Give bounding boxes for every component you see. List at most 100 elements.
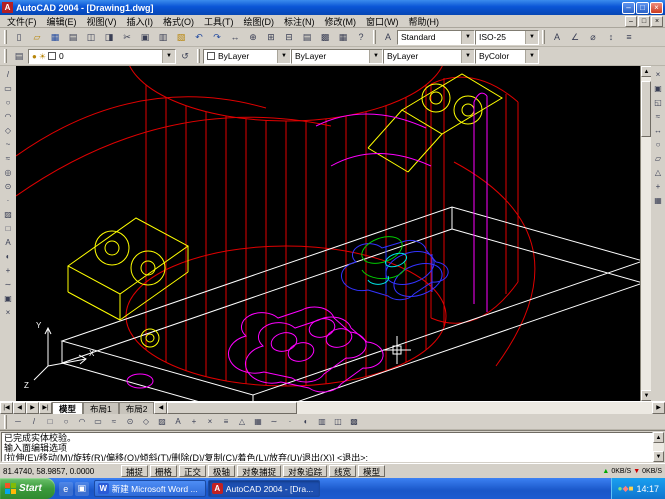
status-toggle-button[interactable]: 捕捉 bbox=[121, 465, 148, 477]
toolbar-grip[interactable] bbox=[542, 30, 545, 44]
toolbar-icon[interactable]: × bbox=[202, 415, 218, 429]
status-toggle-button[interactable]: 正交 bbox=[179, 465, 206, 477]
toolbar-icon[interactable]: ▥ bbox=[314, 415, 330, 429]
tab-nav-button[interactable]: ◀ bbox=[13, 402, 26, 414]
taskbar-item-autocad[interactable]: A AutoCAD 2004 - [Dra... bbox=[208, 480, 320, 497]
command-scroll-track[interactable] bbox=[653, 443, 664, 451]
color-combo[interactable]: ByLayer ▼ bbox=[203, 49, 291, 64]
toolbar-icon[interactable]: ▤ bbox=[64, 29, 82, 46]
toolbar-icon[interactable]: ▦ bbox=[46, 29, 64, 46]
status-toggle-button[interactable]: 对象捕捉 bbox=[237, 465, 281, 477]
toolbar-icon[interactable]: ↷ bbox=[208, 29, 226, 46]
modify-tool-icon[interactable]: + bbox=[651, 179, 665, 193]
menu-item[interactable]: 标注(N) bbox=[279, 15, 320, 28]
chevron-down-icon[interactable]: ▼ bbox=[461, 31, 474, 44]
scroll-left-button[interactable]: ◀ bbox=[154, 402, 167, 414]
mdi-minimize-button[interactable]: – bbox=[625, 16, 637, 27]
status-toggle-button[interactable]: 模型 bbox=[358, 465, 385, 477]
toolbar-icon[interactable]: ▱ bbox=[28, 29, 46, 46]
toolbar-icon[interactable]: □ bbox=[42, 415, 58, 429]
layer-previous-icon[interactable]: ↺ bbox=[176, 48, 194, 65]
draw-tool-icon[interactable]: / bbox=[1, 67, 15, 81]
toolbar-icon[interactable]: ⊙ bbox=[122, 415, 138, 429]
tab-nav-button[interactable]: ▶| bbox=[39, 402, 52, 414]
tab-nav-button[interactable]: |◀ bbox=[0, 402, 13, 414]
toolbar-icon[interactable]: ▦ bbox=[334, 29, 352, 46]
vertical-scroll-track[interactable] bbox=[641, 77, 651, 390]
toolbar-icon[interactable]: ▣ bbox=[136, 29, 154, 46]
toolbar-icon[interactable]: ∼ bbox=[266, 415, 282, 429]
quick-launch-icon[interactable]: ▣ bbox=[75, 482, 89, 496]
toolbar-icon[interactable]: · bbox=[282, 415, 298, 429]
toolbar-icon[interactable]: ▧ bbox=[172, 29, 190, 46]
draw-tool-icon[interactable]: ⊙ bbox=[1, 179, 15, 193]
toolbar-icon[interactable]: / bbox=[26, 415, 42, 429]
modify-tool-icon[interactable]: ≈ bbox=[651, 109, 665, 123]
close-button[interactable]: × bbox=[650, 2, 663, 14]
draw-tool-icon[interactable]: ~ bbox=[1, 137, 15, 151]
status-toggle-button[interactable]: 线宽 bbox=[329, 465, 356, 477]
toolbar-icon[interactable]: ◠ bbox=[74, 415, 90, 429]
toolbar-icon[interactable]: ⊟ bbox=[280, 29, 298, 46]
chevron-down-icon[interactable]: ▼ bbox=[369, 50, 382, 63]
modify-tool-icon[interactable]: × bbox=[651, 67, 665, 81]
menu-item[interactable]: 编辑(E) bbox=[42, 15, 82, 28]
toolbar-icon[interactable]: + bbox=[186, 415, 202, 429]
draw-tool-icon[interactable]: ∼ bbox=[1, 277, 15, 291]
toolbar-icon[interactable]: ↶ bbox=[190, 29, 208, 46]
quick-launch-icon[interactable]: e bbox=[59, 482, 73, 496]
toolbar-icon[interactable]: ◐ bbox=[298, 415, 314, 429]
scroll-right-button[interactable]: ▶ bbox=[652, 402, 665, 414]
menu-item[interactable]: 修改(M) bbox=[320, 15, 362, 28]
horizontal-scroll-track[interactable] bbox=[167, 402, 652, 414]
toolbar-icon[interactable]: A bbox=[170, 415, 186, 429]
toolbar-icon[interactable]: ▩ bbox=[316, 29, 334, 46]
menu-item[interactable]: 文件(F) bbox=[2, 15, 42, 28]
status-toggle-button[interactable]: 栅格 bbox=[150, 465, 177, 477]
menu-item[interactable]: 窗口(W) bbox=[361, 15, 404, 28]
tab-nav-button[interactable]: ▶ bbox=[26, 402, 39, 414]
modify-tool-icon[interactable]: ◱ bbox=[651, 95, 665, 109]
draw-tool-icon[interactable]: ▨ bbox=[1, 207, 15, 221]
chevron-down-icon[interactable]: ▼ bbox=[277, 50, 290, 63]
chevron-down-icon[interactable]: ▼ bbox=[461, 50, 474, 63]
draw-tool-icon[interactable]: + bbox=[1, 263, 15, 277]
taskbar-item-word[interactable]: W 新建 Microsoft Word ... bbox=[94, 480, 206, 497]
toolbar-icon[interactable]: ⊕ bbox=[244, 29, 262, 46]
draw-tool-icon[interactable]: ◎ bbox=[1, 165, 15, 179]
layout-tab[interactable]: 模型 bbox=[52, 402, 83, 414]
chevron-down-icon[interactable]: ▼ bbox=[525, 50, 538, 63]
toolbar-icon[interactable]: ▦ bbox=[250, 415, 266, 429]
toolbar-grip[interactable] bbox=[197, 49, 200, 63]
plotstyle-combo[interactable]: ByColor ▼ bbox=[475, 49, 539, 64]
toolbar-icon[interactable]: ▭ bbox=[90, 415, 106, 429]
layer-combo[interactable]: ● ☀ 0 ▼ bbox=[28, 49, 176, 64]
horizontal-scroll-thumb[interactable] bbox=[167, 402, 297, 414]
toolbar-grip[interactable] bbox=[4, 30, 7, 44]
toolbar-icon[interactable]: ▤ bbox=[298, 29, 316, 46]
status-toggle-button[interactable]: 极轴 bbox=[208, 465, 235, 477]
toolbar-icon[interactable]: ↔ bbox=[226, 29, 244, 46]
layout-tab[interactable]: 布局2 bbox=[119, 402, 155, 414]
scroll-down-button[interactable]: ▼ bbox=[653, 451, 664, 462]
toolbar-icon[interactable]: ∠ bbox=[566, 29, 584, 46]
toolbar-icon[interactable]: ◇ bbox=[138, 415, 154, 429]
draw-tool-icon[interactable]: × bbox=[1, 305, 15, 319]
toolbar-icon[interactable]: ◨ bbox=[100, 29, 118, 46]
mdi-restore-button[interactable]: □ bbox=[638, 16, 650, 27]
command-scrollbar[interactable]: ▲ ▼ bbox=[653, 432, 664, 462]
toolbar-icon[interactable]: ≡ bbox=[620, 29, 638, 46]
vertical-scrollbar[interactable]: ▲ ▼ bbox=[640, 66, 651, 401]
menu-item[interactable]: 插入(I) bbox=[122, 15, 159, 28]
toolbar-icon[interactable]: ◫ bbox=[82, 29, 100, 46]
toolbar-icon[interactable]: ≈ bbox=[106, 415, 122, 429]
linetype-combo[interactable]: ByLayer ▼ bbox=[291, 49, 383, 64]
draw-tool-icon[interactable]: ▣ bbox=[1, 291, 15, 305]
chevron-down-icon[interactable]: ▼ bbox=[525, 31, 538, 44]
toolbar-icon[interactable]: ─ bbox=[10, 415, 26, 429]
title-bar[interactable]: A AutoCAD 2004 - [Drawing1.dwg] – □ × bbox=[0, 0, 665, 15]
dim-style-combo[interactable]: ISO-25 ▼ bbox=[475, 30, 539, 45]
draw-tool-icon[interactable]: · bbox=[1, 193, 15, 207]
text-style-combo[interactable]: Standard ▼ bbox=[397, 30, 475, 45]
scroll-up-button[interactable]: ▲ bbox=[653, 432, 664, 443]
